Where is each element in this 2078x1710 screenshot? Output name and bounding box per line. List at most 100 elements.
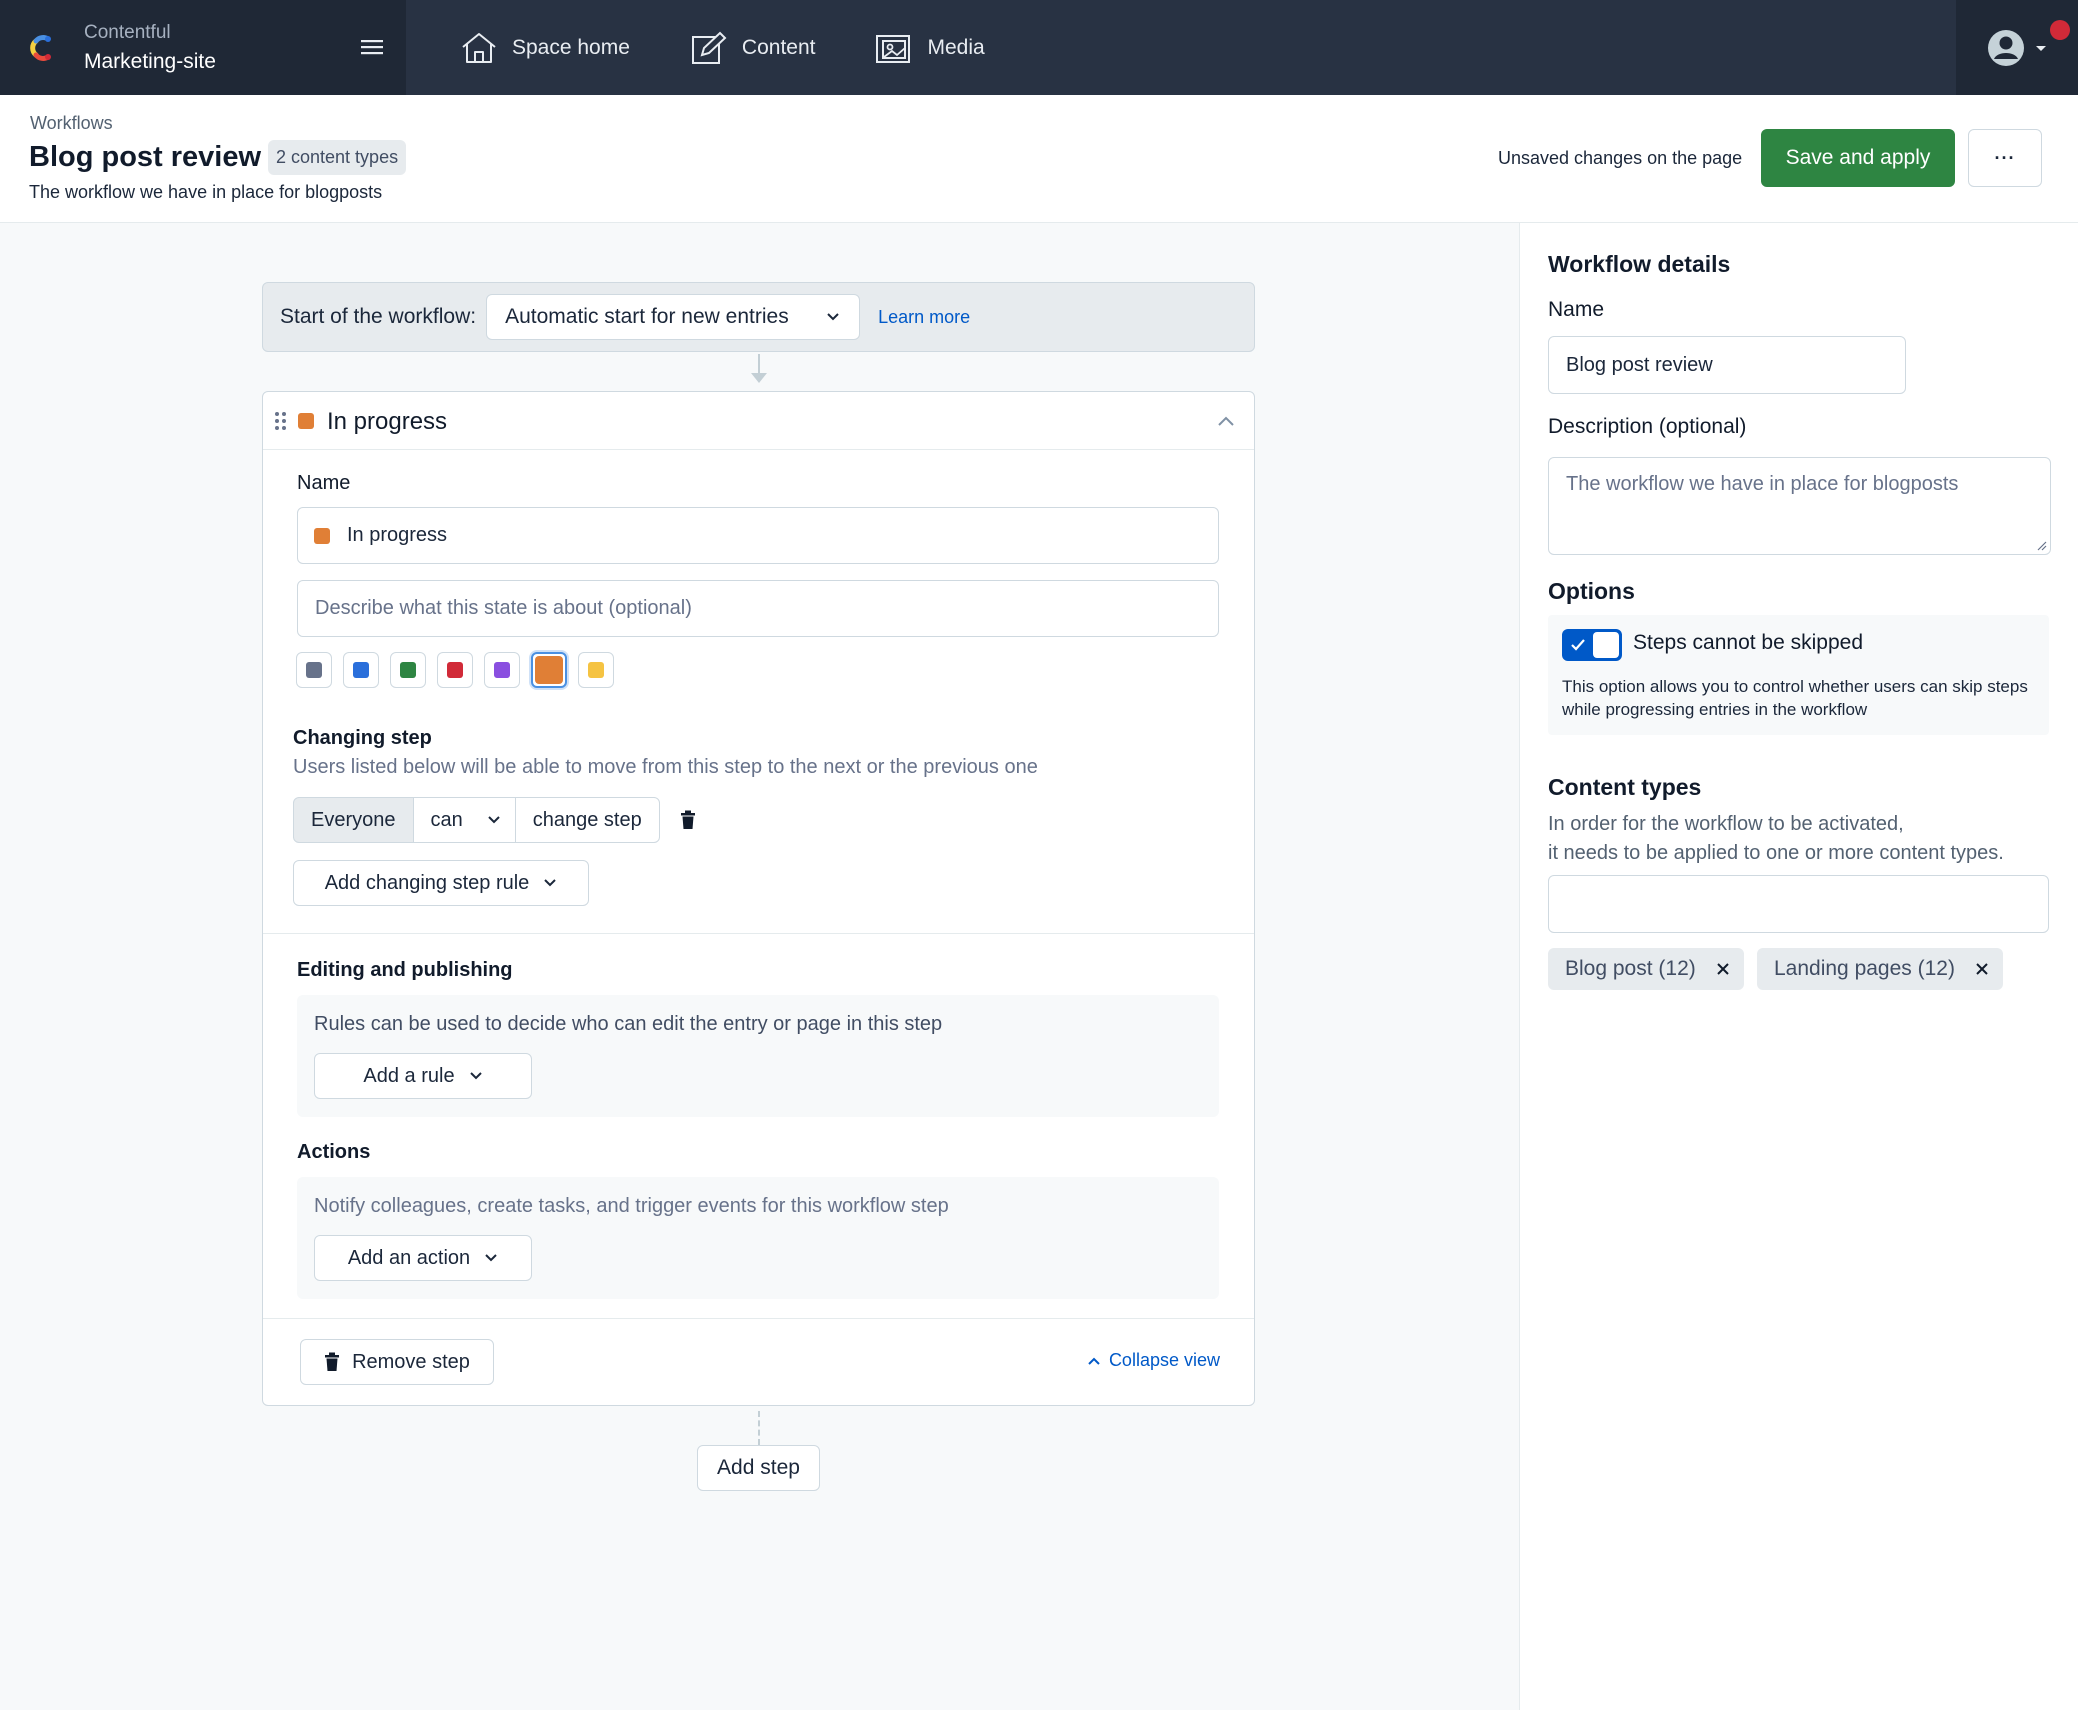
step-name-label: Name (297, 472, 351, 494)
content-type-tag: Blog post (12) (1548, 948, 1744, 990)
content-types-badge: 2 content types (268, 140, 407, 175)
page-title: Blog post review (29, 141, 262, 173)
contentful-logo-icon (30, 34, 51, 61)
chevron-down-icon (827, 313, 839, 321)
remove-step-label: Remove step (352, 1350, 470, 1373)
main-nav: Space home Content Media (406, 0, 1956, 95)
workflow-description-textarea[interactable]: The workflow we have in place for blogpo… (1548, 457, 2051, 555)
rule-permission-select[interactable]: can (412, 797, 516, 843)
add-changing-step-rule-label: Add changing step rule (324, 871, 530, 894)
nav-content[interactable]: Content (690, 31, 815, 65)
page-subtitle: The workflow we have in place for blogpo… (29, 182, 383, 202)
actions-title: Actions (297, 1141, 371, 1163)
workflow-canvas: Start of the workflow: Automatic start f… (0, 223, 1519, 1710)
home-icon (462, 32, 496, 63)
delete-rule-button[interactable] (680, 797, 696, 843)
rule-action: change step (514, 797, 660, 843)
step-header[interactable]: In progress (263, 392, 1254, 450)
editing-rules-box: Rules can be used to decide who can edit… (297, 995, 1219, 1117)
org-label: Contentful (84, 21, 171, 43)
toggle-knob (1593, 632, 1619, 658)
drag-handle-icon[interactable] (275, 412, 287, 430)
resize-handle-icon[interactable] (2035, 539, 2047, 551)
workflow-name-input[interactable]: Blog post review (1548, 336, 1906, 394)
chevron-up-icon[interactable] (1216, 414, 1236, 428)
nav-label: Space home (512, 35, 630, 59)
avatar-icon (1988, 29, 2024, 66)
changing-step-title: Changing step (293, 727, 432, 749)
hamburger-menu-icon[interactable] (360, 36, 384, 58)
close-icon (1717, 963, 1729, 975)
learn-more-link[interactable]: Learn more (878, 307, 970, 328)
content-type-tag: Landing pages (12) (1757, 948, 2003, 990)
nav-media[interactable]: Media (875, 31, 985, 65)
actions-helper: Notify colleagues, create tasks, and tri… (314, 1195, 949, 1217)
remove-tag-button[interactable] (1716, 962, 1730, 976)
content-types-title: Content types (1548, 774, 1702, 800)
section-divider (263, 1318, 1254, 1319)
content-types-help-line: it needs to be applied to one or more co… (1548, 842, 2004, 864)
editing-helper: Rules can be used to decide who can edit… (314, 1013, 943, 1035)
media-icon (876, 34, 911, 63)
nav-space-home[interactable]: Space home (460, 31, 630, 65)
color-swatch-orange[interactable] (531, 652, 567, 688)
chevron-down-icon (485, 1254, 497, 1262)
content-type-tag-label: Landing pages (12) (1774, 957, 1955, 980)
remove-step-button[interactable]: Remove step (300, 1339, 494, 1385)
step-name-input[interactable]: In progress (297, 507, 1219, 564)
start-label: Start of the workflow: (280, 305, 477, 328)
add-rule-button[interactable]: Add a rule (314, 1053, 532, 1099)
space-info: Contentful Marketing-site (84, 22, 216, 74)
chevron-down-icon (544, 879, 557, 887)
remove-tag-button[interactable] (1975, 962, 1989, 976)
add-action-button[interactable]: Add an action (314, 1235, 532, 1281)
color-picker (296, 652, 625, 688)
step-description-input[interactable]: Describe what this state is about (optio… (297, 580, 1219, 637)
save-and-apply-button[interactable]: Save and apply (1761, 129, 1955, 187)
actions-box: Notify colleagues, create tasks, and tri… (297, 1177, 1219, 1299)
rule-permission-value: can (430, 808, 463, 831)
color-swatch-gray[interactable] (296, 652, 332, 688)
notification-dot (2050, 20, 2070, 40)
toggle-label: Steps cannot be skipped (1633, 631, 1863, 654)
step-description-placeholder: Describe what this state is about (optio… (315, 597, 692, 619)
step-color-indicator (314, 527, 330, 544)
add-rule-label: Add a rule (363, 1064, 455, 1087)
color-swatch-red[interactable] (437, 652, 473, 688)
add-changing-step-rule-button[interactable]: Add changing step rule (293, 860, 589, 906)
more-options-button[interactable]: ··· (1968, 129, 2042, 187)
steps-cannot-be-skipped-toggle[interactable] (1562, 629, 1622, 661)
check-icon (1571, 639, 1585, 651)
chevron-down-icon (469, 1072, 482, 1080)
account-menu[interactable] (1956, 0, 2078, 95)
content-types-help: In order for the workflow to be activate… (1548, 810, 2068, 868)
add-step-button[interactable]: Add step (697, 1445, 820, 1491)
space-switcher[interactable]: Contentful Marketing-site (0, 0, 406, 95)
color-swatch-green[interactable] (390, 652, 426, 688)
content-types-search-input[interactable] (1548, 875, 2049, 933)
color-swatch-purple[interactable] (484, 652, 520, 688)
workflow-name-value: Blog post review (1566, 354, 1713, 376)
step-name-value: In progress (347, 524, 448, 546)
workflow-step-card: In progress Name In progress Describe wh… (262, 391, 1255, 1406)
content-edit-icon (691, 31, 727, 64)
connector-dashed-line (758, 1411, 760, 1445)
breadcrumb[interactable]: Workflows (30, 113, 113, 134)
chevron-down-icon (488, 816, 500, 824)
color-swatch-yellow[interactable] (578, 652, 614, 688)
changing-step-helper: Users listed below will be able to move … (293, 756, 1038, 778)
close-icon (1976, 963, 1988, 975)
toggle-help-text: This option allows you to control whethe… (1562, 677, 2028, 719)
connector-arrow (751, 373, 767, 383)
color-swatch-blue[interactable] (343, 652, 379, 688)
content-type-tag-label: Blog post (12) (1565, 957, 1696, 980)
nav-label: Media (927, 35, 985, 59)
collapse-view-link[interactable]: Collapse view (1087, 1350, 1220, 1371)
options-title: Options (1548, 578, 1635, 604)
section-divider (263, 933, 1254, 934)
start-trigger-select[interactable]: Automatic start for new entries (486, 294, 861, 340)
space-name: Marketing-site (84, 49, 216, 73)
trash-icon (325, 1352, 340, 1371)
page-header: Workflows Blog post review 2 content typ… (0, 95, 2078, 223)
changing-step-rule: Everyone can change step (293, 797, 696, 843)
